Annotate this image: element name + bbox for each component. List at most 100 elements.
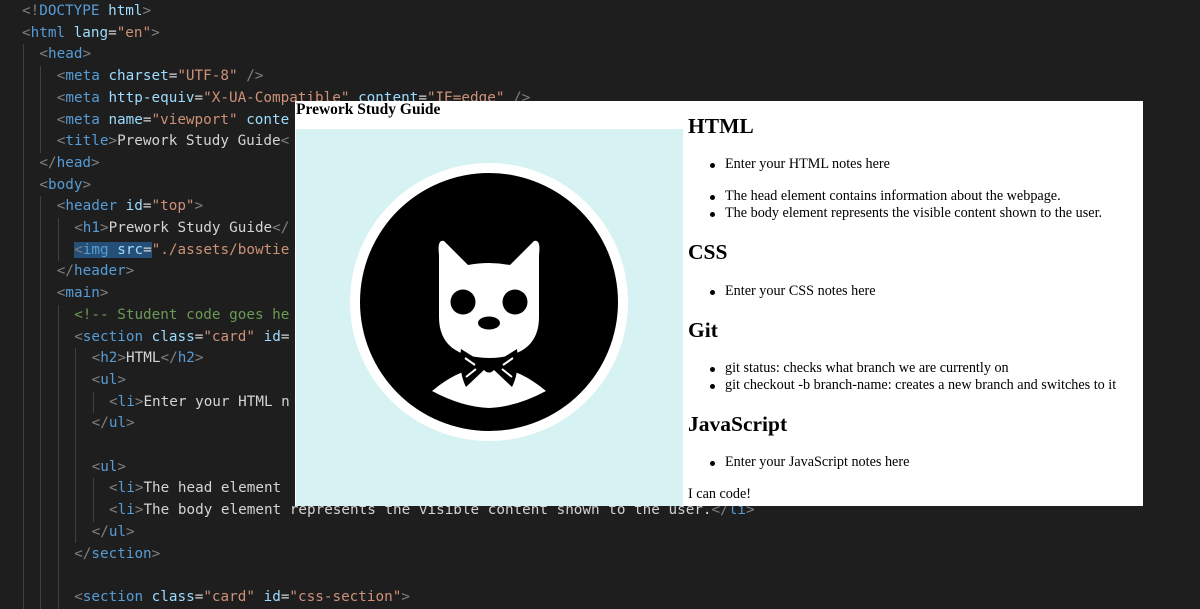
code-token: Prework Study Guide <box>117 133 281 150</box>
code-line[interactable]: <section class="card" id= <box>74 327 289 349</box>
code-token: < <box>91 458 101 475</box>
code-token: li <box>117 480 135 497</box>
code-line[interactable]: <head> <box>39 44 91 66</box>
code-line[interactable]: <header id="top"> <box>57 196 203 218</box>
code-token: <! <box>22 3 40 19</box>
code-token: header <box>74 263 126 280</box>
code-line[interactable]: <img src="./assets/bowtie <box>74 240 289 262</box>
indent-guide <box>40 196 41 609</box>
indent-guide <box>23 44 24 609</box>
section-heading: Git <box>688 318 718 342</box>
code-token: The head element <box>143 480 282 497</box>
code-token: id <box>263 588 281 605</box>
code-token: > <box>126 415 135 432</box>
code-token: meta <box>65 111 100 128</box>
notes-list: Enter your JavaScript notes here <box>688 454 909 471</box>
code-token: < <box>74 588 83 605</box>
section-heading: JavaScript <box>688 412 788 436</box>
code-token: "card" <box>203 588 255 605</box>
list-item: The body element represents the visible … <box>688 205 1102 222</box>
code-line[interactable]: <!DOCTYPE html> <box>22 1 151 23</box>
code-token: </ <box>91 523 109 540</box>
code-token: = <box>280 328 290 345</box>
code-token: id <box>125 198 143 215</box>
code-line[interactable]: </ul> <box>92 522 135 544</box>
indent-guide <box>58 304 59 609</box>
list-item: Enter your CSS notes here <box>688 283 876 300</box>
section-heading: CSS <box>688 240 728 264</box>
code-token: < <box>280 133 290 150</box>
code-line[interactable]: <meta name="viewport" conte <box>57 110 289 132</box>
code-token: > <box>125 263 135 280</box>
code-token: < <box>39 176 48 193</box>
code-line[interactable]: <section class="card" id="css-section"> <box>74 587 410 609</box>
code-line[interactable]: <meta charset="UTF-8" /> <box>57 66 264 88</box>
code-line[interactable]: <h2>HTML</h2> <box>92 348 204 370</box>
browser-preview: Prework Study Guide HTML Enter your HTML … <box>295 101 1143 506</box>
code-token: body <box>48 176 83 193</box>
code-token: conte <box>246 111 290 128</box>
code-token: ul <box>108 523 127 540</box>
code-token: > <box>151 24 160 41</box>
site-title: Prework Study Guide <box>296 101 441 118</box>
code-token: "en" <box>116 24 152 41</box>
code-token: </ <box>74 545 92 562</box>
code-token: HTML <box>126 350 161 367</box>
code-line[interactable]: <main> <box>57 283 109 305</box>
code-token: > <box>117 350 127 367</box>
list-item: git status: checks what branch we are cu… <box>688 360 1116 377</box>
closing-text: I can code! <box>688 486 752 502</box>
code-token: > <box>142 3 152 19</box>
code-token: = <box>194 89 204 106</box>
code-token: img <box>82 241 109 258</box>
code-token: src <box>117 241 144 258</box>
code-line[interactable]: <h1>Prework Study Guide</ <box>74 218 289 240</box>
code-line[interactable]: <ul> <box>92 370 126 392</box>
notes-list: Enter your HTML notes here <box>688 156 890 173</box>
code-token: = <box>143 241 152 258</box>
code-token: < <box>39 46 48 63</box>
code-token: > <box>82 176 92 193</box>
code-line[interactable]: <li>Enter your HTML n <box>109 392 290 414</box>
code-token: < <box>91 350 101 367</box>
list-item: Enter your HTML notes here <box>688 156 890 173</box>
code-token: "viewport" <box>151 111 238 128</box>
code-token: class <box>151 328 195 345</box>
code-line[interactable]: <!-- Student code goes he <box>74 305 289 327</box>
code-token: main <box>65 285 100 302</box>
code-line[interactable]: </section> <box>74 544 160 566</box>
code-token: h2 <box>177 350 195 367</box>
code-token: li <box>117 393 135 410</box>
code-line[interactable]: </ul> <box>92 413 135 435</box>
code-line[interactable]: <ul> <box>92 457 126 479</box>
code-token: < <box>22 24 31 41</box>
code-line[interactable]: </header> <box>57 261 134 283</box>
code-line[interactable]: </head> <box>39 153 99 175</box>
code-token: DOCTYPE <box>39 3 100 19</box>
notes-list: git status: checks what branch we are cu… <box>688 360 1116 394</box>
code-line[interactable]: <html lang="en"> <box>22 23 160 45</box>
code-token: > <box>91 154 100 171</box>
code-token: > <box>117 458 127 475</box>
code-line[interactable]: <title>Prework Study Guide< <box>57 131 289 153</box>
code-token: html <box>30 24 66 41</box>
section-heading: HTML <box>688 114 754 138</box>
code-token: /> <box>246 68 264 85</box>
indent-guide <box>58 218 59 262</box>
code-token <box>108 241 118 258</box>
code-token: "./assets/bowtie <box>151 241 290 258</box>
code-token: < <box>91 371 101 388</box>
code-line[interactable]: <body> <box>39 175 91 197</box>
code-token: </ <box>39 154 57 171</box>
code-line[interactable]: <li>The head element <box>109 478 281 500</box>
code-token: class <box>151 588 195 605</box>
code-token: charset <box>108 68 169 85</box>
code-token: meta <box>65 68 100 85</box>
indent-guide <box>93 391 94 414</box>
code-token: header <box>65 198 118 215</box>
